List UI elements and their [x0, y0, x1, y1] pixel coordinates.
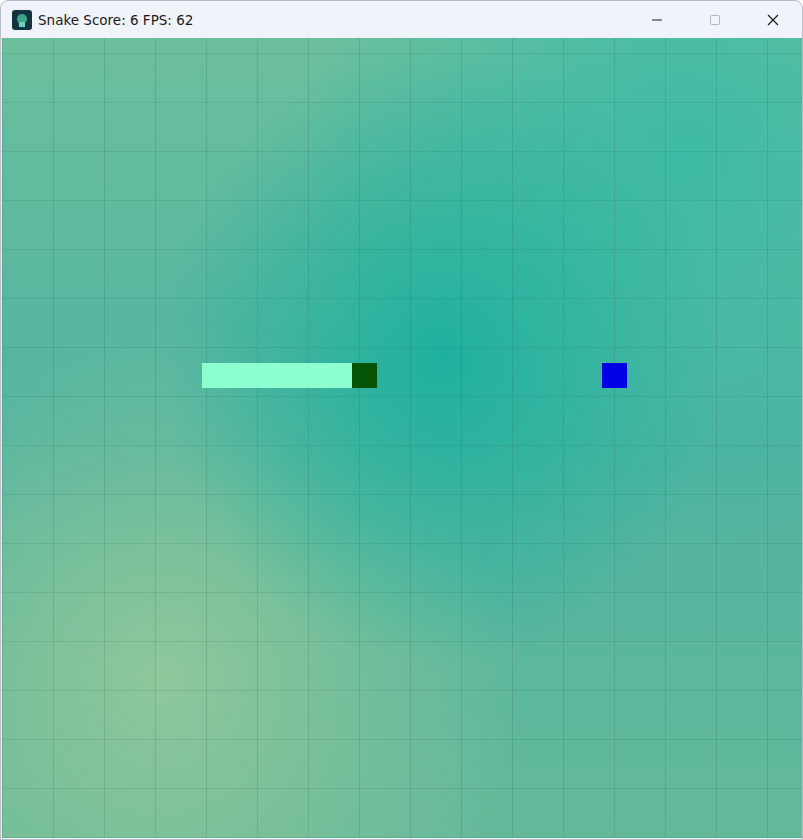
close-icon — [767, 14, 779, 26]
minimize-button[interactable] — [628, 1, 686, 38]
game-board — [2, 38, 802, 838]
title-bar[interactable]: Snake Score: 6 FPS: 62 — [1, 1, 802, 38]
maximize-icon — [710, 15, 720, 25]
snake-segment — [327, 363, 352, 388]
snake-segment — [302, 363, 327, 388]
close-button[interactable] — [744, 1, 802, 38]
maximize-button — [686, 1, 744, 38]
minimize-icon — [652, 15, 662, 25]
snake-segment — [202, 363, 227, 388]
caption-buttons — [628, 1, 802, 38]
game-window: Snake Score: 6 FPS: 62 — [0, 0, 803, 840]
food — [602, 363, 627, 388]
snake-segment — [227, 363, 252, 388]
window-title: Snake Score: 6 FPS: 62 — [38, 12, 622, 28]
snake-segment — [252, 363, 277, 388]
snake-head — [352, 363, 377, 388]
snake-segment — [277, 363, 302, 388]
app-icon — [12, 10, 32, 30]
